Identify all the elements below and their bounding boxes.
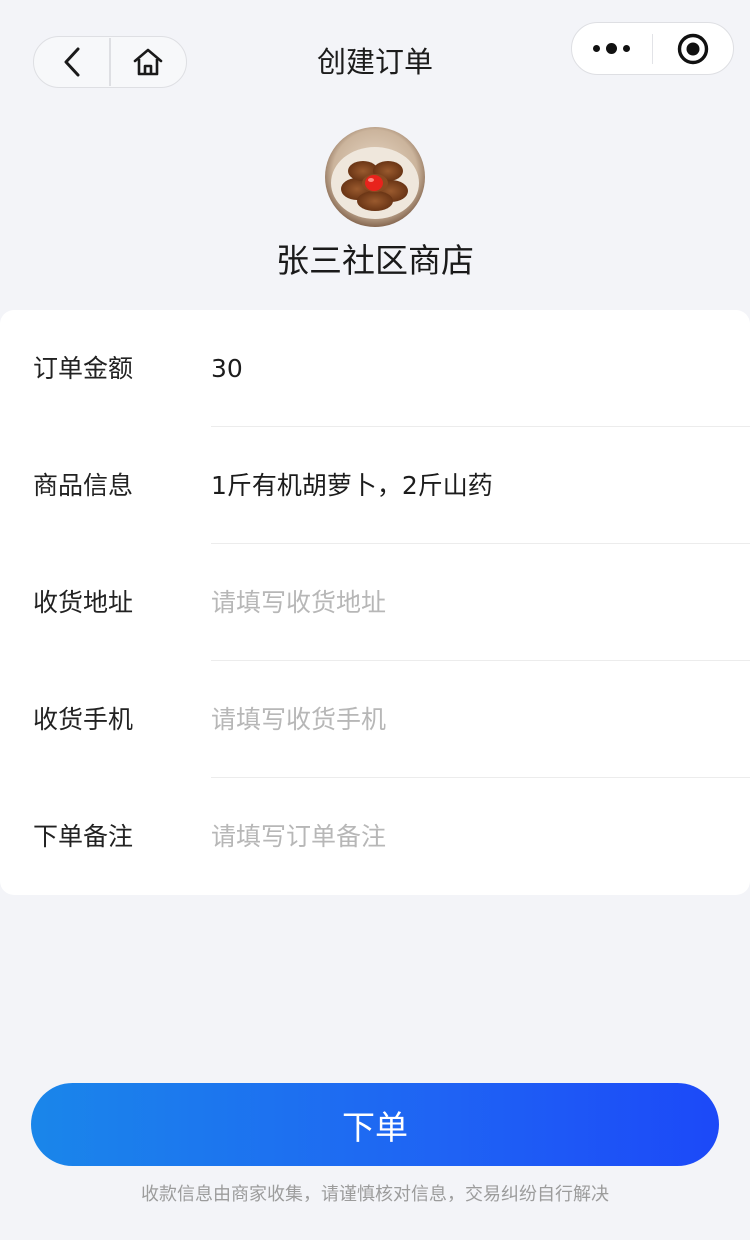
target-circle-icon [677,33,709,64]
amount-value: 30 [211,354,243,383]
form-row-phone: 收货手机 [0,661,750,778]
store-avatar [325,127,425,227]
store-avatar-image [325,127,425,227]
address-input[interactable] [211,576,711,628]
more-dots-icon [593,43,631,54]
place-order-button[interactable]: 下单 [31,1083,719,1166]
remark-label: 下单备注 [33,822,134,851]
goods-value: 1斤有机胡萝卜，2斤山药 [211,471,493,500]
disclaimer-text: 收款信息由商家收集，请谨慎核对信息，交易纠纷自行解决 [141,1184,609,1205]
nav-capsule-right [571,22,734,75]
remark-input[interactable] [211,810,711,862]
address-label: 收货地址 [33,588,134,617]
phone-label: 收货手机 [33,705,134,734]
more-button[interactable] [572,23,652,74]
store-name: 张三社区商店 [276,241,474,280]
phone-input[interactable] [211,693,711,745]
form-row-address: 收货地址 [0,544,750,661]
goods-label: 商品信息 [33,471,134,500]
form-row-amount: 订单金额 30 [0,310,750,427]
close-miniprogram-button[interactable] [653,23,733,74]
form-row-goods: 商品信息 1斤有机胡萝卜，2斤山药 [0,427,750,544]
amount-label: 订单金额 [33,354,134,383]
form-row-remark: 下单备注 [0,778,750,895]
order-form: 订单金额 30 商品信息 1斤有机胡萝卜，2斤山药 收货地址 收货手机 下单备注 [0,310,750,895]
